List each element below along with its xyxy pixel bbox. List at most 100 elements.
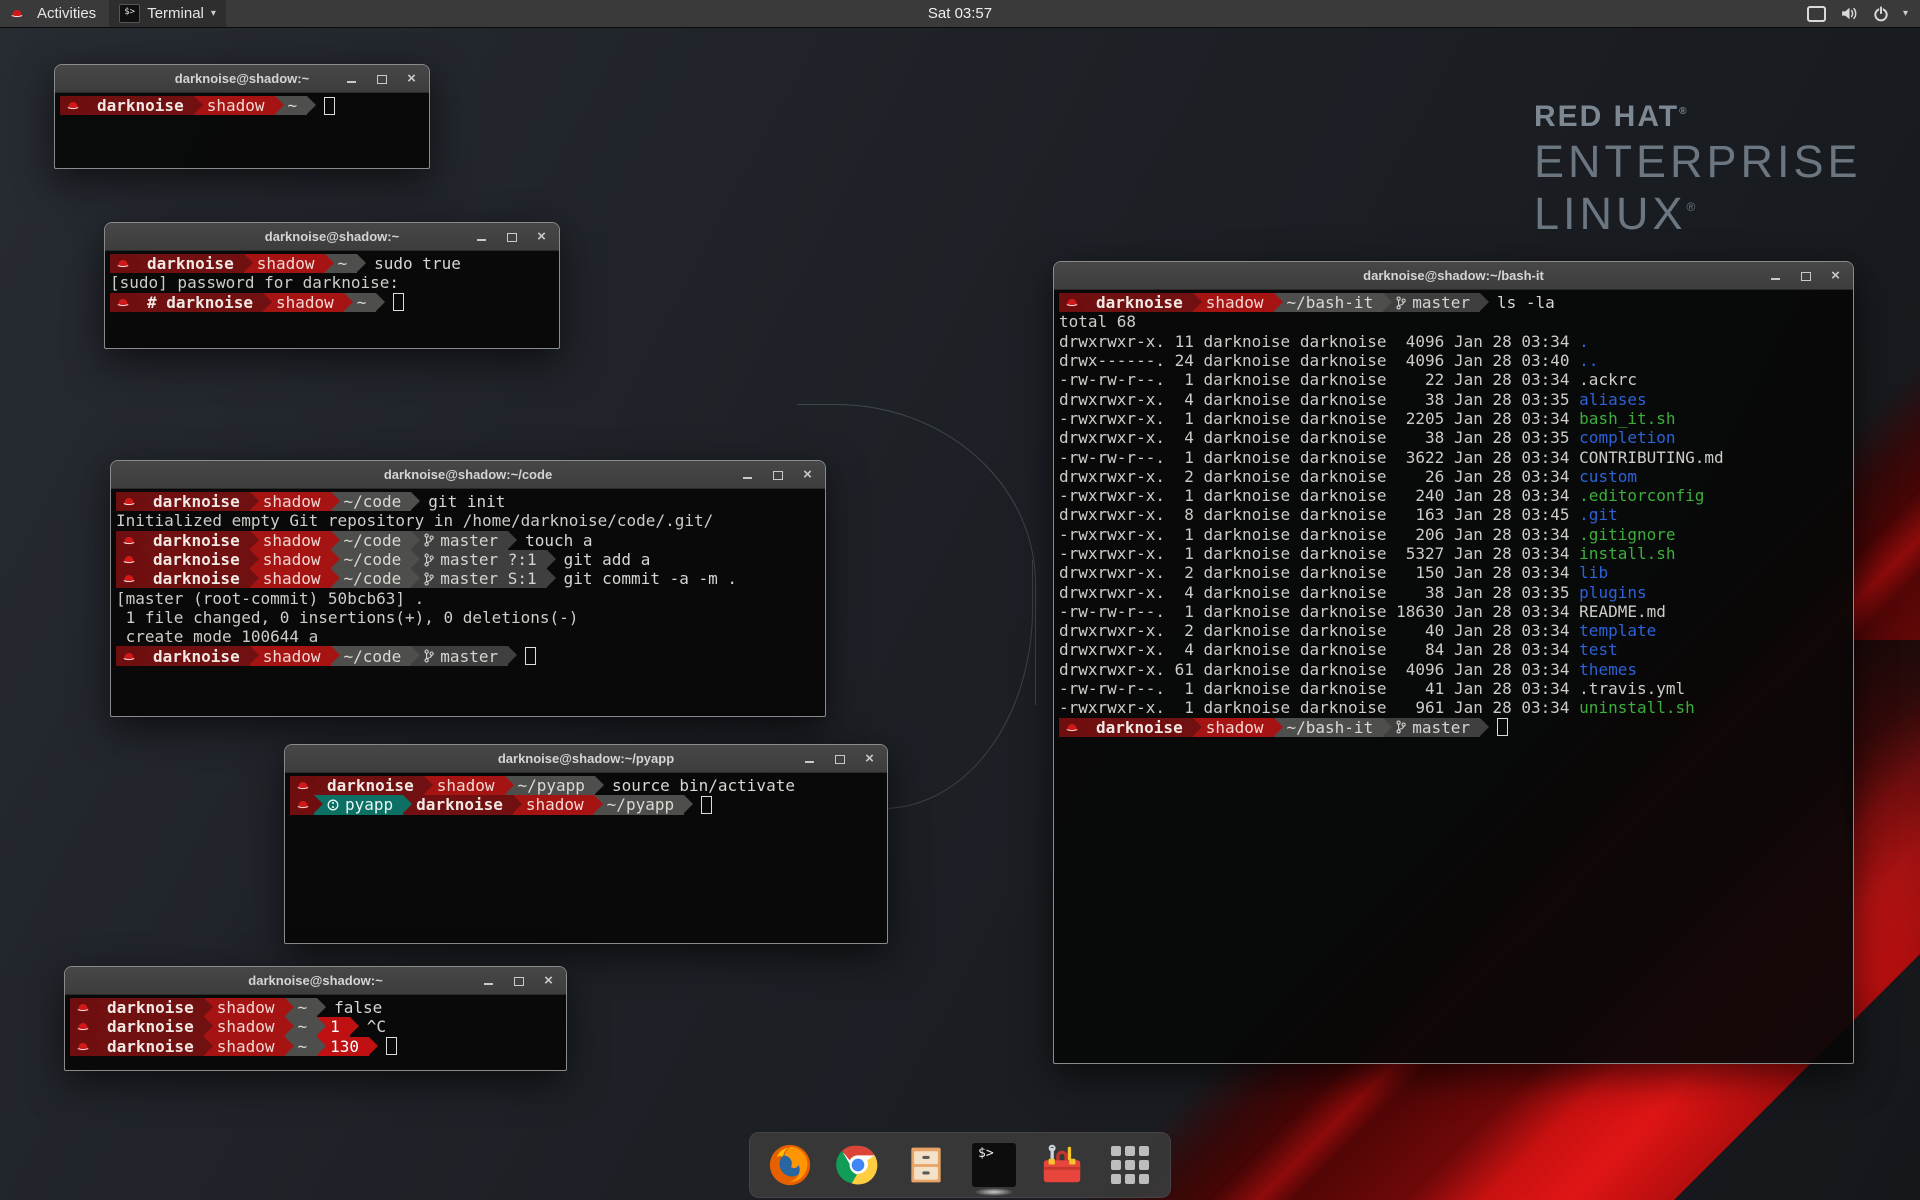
close-button[interactable]: ×: [542, 974, 555, 987]
maximize-button[interactable]: [1799, 269, 1812, 282]
terminal-line: darknoiseshadow~/bash-itmaster: [1059, 718, 1848, 737]
terminal-content[interactable]: darknoiseshadow~/bash-itmaster ls -la tota…: [1054, 290, 1853, 1063]
toolbox-icon: [1039, 1142, 1085, 1188]
command-text: false: [334, 998, 382, 1017]
power-icon[interactable]: [1873, 6, 1889, 22]
redhat-prompt-icon: [70, 1037, 94, 1056]
minimize-button[interactable]: [741, 468, 754, 481]
window-titlebar[interactable]: darknoise@shadow:~ ×: [105, 223, 559, 251]
prompt-segment-path: ~/code: [331, 569, 412, 588]
redhat-prompt-icon: [116, 646, 140, 665]
close-button[interactable]: ×: [405, 72, 418, 85]
minimize-button[interactable]: [803, 752, 816, 765]
prompt-segment-user: darknoise: [134, 254, 244, 273]
volume-icon[interactable]: [1840, 6, 1859, 21]
redhat-prompt-icon: [1059, 293, 1083, 312]
dock-item-firefox[interactable]: [766, 1141, 814, 1189]
terminal-content[interactable]: darknoiseshadow~/codegit initInitialized…: [111, 489, 825, 716]
close-button[interactable]: ×: [801, 468, 814, 481]
command-text: git add a: [564, 550, 651, 569]
window-titlebar[interactable]: darknoise@shadow:~/code ×: [111, 461, 825, 489]
prompt-segment-user: darknoise: [140, 492, 250, 511]
prompt-segment-user: darknoise: [403, 795, 513, 814]
maximize-button[interactable]: [505, 230, 518, 243]
minimize-button[interactable]: [345, 72, 358, 85]
terminal-content[interactable]: darknoiseshadow~sudo true[sudo] password…: [105, 251, 559, 348]
file-attributes: drwxrwxr-x. 4 darknoise darknoise 38 Jan…: [1059, 390, 1579, 409]
file-name: ..: [1579, 351, 1598, 370]
prompt-segment-user: darknoise: [84, 96, 194, 115]
terminal-content[interactable]: darknoiseshadow~falsedarknoiseshadow~1^C…: [65, 995, 566, 1070]
maximize-button[interactable]: [833, 752, 846, 765]
clock[interactable]: Sat 03:57: [0, 5, 1920, 22]
terminal-line: -rw-rw-r--. 1 darknoise darknoise 18630 …: [1059, 602, 1848, 621]
terminal-cursor: [324, 97, 335, 115]
terminal-line: drwxrwxr-x. 2 darknoise darknoise 150 Ja…: [1059, 563, 1848, 582]
close-button[interactable]: ×: [1829, 269, 1842, 282]
window-titlebar[interactable]: darknoise@shadow:~/pyapp ×: [285, 745, 887, 773]
prompt-segment-user: darknoise: [140, 550, 250, 569]
terminal-line: -rw-rw-r--. 1 darknoise darknoise 41 Jan…: [1059, 679, 1848, 698]
file-name: .git: [1579, 505, 1618, 524]
dock-item-toolbox[interactable]: [1038, 1141, 1086, 1189]
prompt-segment-path: ~/code: [331, 492, 412, 511]
prompt-segment-branch: master: [411, 646, 508, 665]
terminal-line: darknoiseshadow~/codegit init: [116, 492, 820, 511]
dock-item-files[interactable]: [902, 1141, 950, 1189]
firefox-icon: [767, 1142, 813, 1188]
terminal-cursor: [386, 1037, 397, 1055]
terminal-line: total 68: [1059, 312, 1848, 331]
terminal-line: Initialized empty Git repository in /hom…: [116, 511, 820, 530]
maximize-button[interactable]: [375, 72, 388, 85]
file-name: CONTRIBUTING.md: [1579, 448, 1724, 467]
file-attributes: -rwxrwxr-x. 1 darknoise darknoise 961 Ja…: [1059, 698, 1579, 717]
terminal-window: darknoise@shadow:~ × darknoiseshadow~: [54, 64, 430, 169]
terminal-content[interactable]: darknoiseshadow~/pyappsource bin/activat…: [285, 773, 887, 943]
prompt-segment-host: shadow: [250, 569, 331, 588]
maximize-button[interactable]: [771, 468, 784, 481]
terminal-line: -rw-rw-r--. 1 darknoise darknoise 22 Jan…: [1059, 370, 1848, 389]
terminal-line: drwxrwxr-x. 2 darknoise darknoise 40 Jan…: [1059, 621, 1848, 640]
prompt-segment-user: darknoise: [1083, 293, 1193, 312]
terminal-line: drwx------. 24 darknoise darknoise 4096 …: [1059, 351, 1848, 370]
dock-item-appgrid[interactable]: [1106, 1141, 1154, 1189]
chevron-down-icon[interactable]: ▾: [1903, 8, 1908, 19]
command-text: ls -la: [1497, 293, 1555, 312]
terminal-line: -rwxrwxr-x. 1 darknoise darknoise 2205 J…: [1059, 409, 1848, 428]
file-attributes: -rw-rw-r--. 1 darknoise darknoise 3622 J…: [1059, 448, 1579, 467]
maximize-button[interactable]: [512, 974, 525, 987]
prompt-segment-branch: master: [1383, 293, 1480, 312]
dock-item-chrome[interactable]: [834, 1141, 882, 1189]
minimize-button[interactable]: [1769, 269, 1782, 282]
window-titlebar[interactable]: darknoise@shadow:~/bash-it ×: [1054, 262, 1853, 290]
prompt-segment-host: shadow: [263, 293, 344, 312]
redhat-prompt-icon: [110, 254, 134, 273]
files-icon: [904, 1142, 948, 1188]
output-text: create mode 100644 a: [116, 627, 318, 646]
prompt-segment-host: shadow: [1193, 293, 1274, 312]
terminal-line: create mode 100644 a: [116, 627, 820, 646]
window-titlebar[interactable]: darknoise@shadow:~ ×: [55, 65, 429, 93]
prompt-segment-user: darknoise: [94, 1017, 204, 1036]
wallpaper-arc-line: [880, 560, 1033, 809]
terminal-line: darknoiseshadow~130: [70, 1037, 561, 1056]
prompt-segment-host: shadow: [250, 492, 331, 511]
terminal-content[interactable]: darknoiseshadow~: [55, 93, 429, 168]
minimize-button[interactable]: [475, 230, 488, 243]
terminal-line: 1 file changed, 0 insertions(+), 0 delet…: [116, 608, 820, 627]
file-name: README.md: [1579, 602, 1666, 621]
terminal-line: darknoiseshadow~: [60, 96, 424, 115]
close-button[interactable]: ×: [535, 230, 548, 243]
command-text: source bin/activate: [612, 776, 795, 795]
terminal-line: darknoiseshadow~false: [70, 998, 561, 1017]
close-button[interactable]: ×: [863, 752, 876, 765]
terminal-line: darknoiseshadow~sudo true: [110, 254, 554, 273]
dock-item-terminal[interactable]: $>: [970, 1141, 1018, 1189]
screen-icon[interactable]: [1807, 6, 1826, 22]
window-titlebar[interactable]: darknoise@shadow:~ ×: [65, 967, 566, 995]
minimize-button[interactable]: [482, 974, 495, 987]
output-text: total 68: [1059, 312, 1136, 331]
terminal-line: drwxrwxr-x. 8 darknoise darknoise 163 Ja…: [1059, 505, 1848, 524]
terminal-line: darknoiseshadow~/codemastertouch a: [116, 531, 820, 550]
prompt-segment-host: shadow: [204, 998, 285, 1017]
